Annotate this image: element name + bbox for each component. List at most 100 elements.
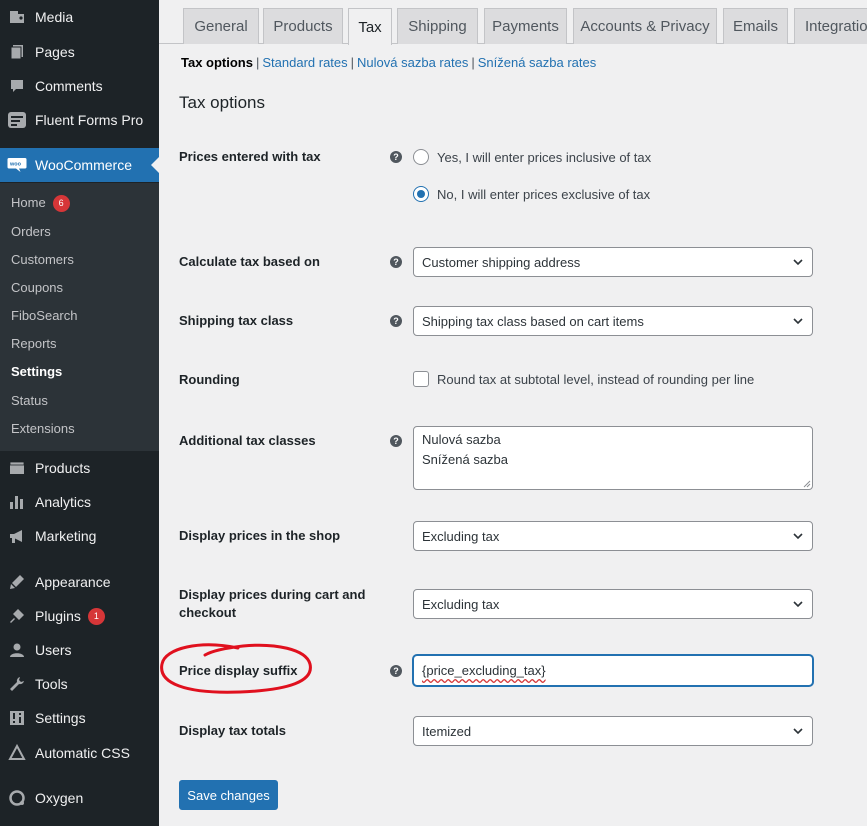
menu-oxygen[interactable]: Oxygen [0, 781, 159, 815]
display-cart-label-line2: checkout [179, 605, 237, 620]
help-icon[interactable]: ? [390, 151, 402, 163]
tab-general[interactable]: General [183, 8, 259, 44]
submenu-orders-label: Orders [11, 224, 51, 239]
appearance-icon [7, 572, 27, 592]
submenu-extensions-label: Extensions [11, 421, 75, 436]
display-totals-select[interactable]: Itemized [413, 716, 813, 746]
menu-comments[interactable]: Comments [0, 69, 159, 103]
tab-payments[interactable]: Payments [484, 8, 567, 44]
display-totals-value: Itemized [422, 723, 472, 739]
chevron-down-icon [793, 318, 803, 325]
radio-exclusive-control[interactable] [413, 186, 429, 202]
help-icon[interactable]: ? [390, 665, 402, 677]
display-cart-select[interactable]: Excluding tax [413, 589, 813, 619]
radio-prices-inclusive[interactable]: Yes, I will enter prices inclusive of ta… [413, 149, 651, 165]
menu-users[interactable]: Users [0, 633, 159, 667]
subnav-standard-rates[interactable]: Standard rates [262, 55, 347, 70]
tab-integration[interactable]: Integration [794, 8, 867, 44]
resize-grip-icon[interactable] [801, 478, 811, 488]
woocommerce-submenu: Home 6 Orders Customers Coupons FiboSear… [0, 183, 159, 451]
subnav-nulova-rates[interactable]: Nulová sazba rates [357, 55, 468, 70]
help-icon[interactable]: ? [390, 256, 402, 268]
price-suffix-input[interactable]: {price_excluding_tax} [413, 655, 813, 686]
radio-inclusive-control[interactable] [413, 149, 429, 165]
submenu-status-label: Status [11, 393, 48, 408]
calc-based-on-select[interactable]: Customer shipping address [413, 247, 813, 277]
submenu-coupons-label: Coupons [11, 280, 64, 295]
media-icon [7, 7, 27, 27]
menu-woocommerce[interactable]: woo WooCommerce [0, 148, 159, 182]
tools-icon [7, 674, 27, 694]
menu-woocommerce-label: WooCommerce [35, 157, 132, 173]
menu-plugins[interactable]: Plugins 1 [0, 599, 159, 633]
submenu-coupons[interactable]: Coupons [11, 278, 63, 298]
menu-comments-label: Comments [35, 78, 103, 94]
plugins-icon [7, 606, 27, 626]
submenu-extensions[interactable]: Extensions [11, 419, 75, 439]
chevron-down-icon [793, 728, 803, 735]
section-title: Tax options [179, 93, 265, 112]
subnav-separator: | [255, 55, 260, 70]
menu-marketing[interactable]: Marketing [0, 519, 159, 553]
save-button[interactable]: Save changes [179, 780, 278, 810]
tab-accounts-privacy[interactable]: Accounts & Privacy [573, 8, 717, 44]
radio-exclusive-label: No, I will enter prices exclusive of tax [437, 186, 651, 202]
submenu-fibosearch[interactable]: FiboSearch [11, 306, 77, 326]
menu-appearance-label: Appearance [35, 574, 111, 590]
submenu-customers-label: Customers [11, 252, 74, 267]
submenu-home[interactable]: Home 6 [11, 193, 70, 213]
additional-classes-textarea[interactable]: Nulová sazba Snížená sazba [413, 426, 813, 490]
menu-analytics[interactable]: Analytics [0, 485, 159, 519]
menu-products-label: Products [35, 460, 91, 476]
submenu-reports[interactable]: Reports [11, 334, 57, 354]
settings-tabs: General Products Tax Shipping Payments A… [159, 0, 867, 45]
radio-inclusive-label: Yes, I will enter prices inclusive of ta… [437, 149, 652, 165]
radio-prices-exclusive[interactable]: No, I will enter prices exclusive of tax [413, 186, 650, 202]
menu-plugins-label: Plugins [35, 608, 81, 624]
submenu-settings[interactable]: Settings [11, 362, 62, 382]
menu-pages[interactable]: Pages [0, 35, 159, 69]
rounding-checkbox[interactable] [413, 371, 429, 387]
display-shop-select[interactable]: Excluding tax [413, 521, 813, 551]
plugins-update-badge: 1 [87, 607, 105, 625]
menu-tools[interactable]: Tools [0, 667, 159, 701]
submenu-orders[interactable]: Orders [11, 222, 51, 242]
shipping-class-label: Shipping tax class [179, 313, 294, 328]
subnav-tax-options[interactable]: Tax options [181, 55, 253, 70]
submenu-fibosearch-label: FiboSearch [11, 308, 78, 323]
chevron-down-icon [793, 259, 803, 266]
help-icon[interactable]: ? [390, 315, 402, 327]
woocommerce-icon: woo [7, 155, 27, 175]
help-icon[interactable]: ? [390, 435, 402, 447]
tab-tax[interactable]: Tax [348, 8, 392, 45]
display-cart-value: Excluding tax [422, 596, 500, 612]
users-icon [7, 640, 27, 660]
tax-subnav: Tax options | Standard rates | Nulová sazba … [181, 55, 596, 70]
rounding-checkbox-label: Round tax at subtotal level, instead of … [437, 371, 755, 387]
comments-icon [7, 76, 27, 96]
rounding-label: Rounding [179, 372, 240, 387]
menu-products[interactable]: Products [0, 451, 159, 485]
tab-emails[interactable]: Emails [723, 8, 788, 44]
menu-automatic-css[interactable]: Automatic CSS [0, 736, 159, 770]
menu-fluent-forms-label: Fluent Forms Pro [35, 112, 144, 128]
submenu-customers[interactable]: Customers [11, 250, 74, 270]
submenu-status[interactable]: Status [11, 391, 48, 411]
menu-settings[interactable]: Settings [0, 701, 159, 735]
menu-media[interactable]: Media [0, 0, 159, 34]
settings-icon [7, 708, 27, 728]
rounding-checkbox-row[interactable]: Round tax at subtotal level, instead of … [413, 371, 754, 387]
submenu-reports-label: Reports [11, 336, 57, 351]
menu-settings-label: Settings [35, 710, 86, 726]
svg-text:woo: woo [9, 162, 22, 168]
shipping-class-select[interactable]: Shipping tax class based on cart items [413, 306, 813, 336]
menu-fluent-forms[interactable]: Fluent Forms Pro [0, 103, 159, 137]
price-suffix-value: {price_excluding_tax} [422, 663, 546, 678]
tab-products[interactable]: Products [263, 8, 343, 44]
menu-tools-label: Tools [35, 676, 68, 692]
tab-shipping[interactable]: Shipping [397, 8, 478, 44]
menu-appearance[interactable]: Appearance [0, 565, 159, 599]
calc-based-on-label: Calculate tax based on [179, 254, 320, 269]
prices-entered-label: Prices entered with tax [179, 149, 321, 164]
subnav-snizena-rates[interactable]: Snížená sazba rates [478, 55, 597, 70]
